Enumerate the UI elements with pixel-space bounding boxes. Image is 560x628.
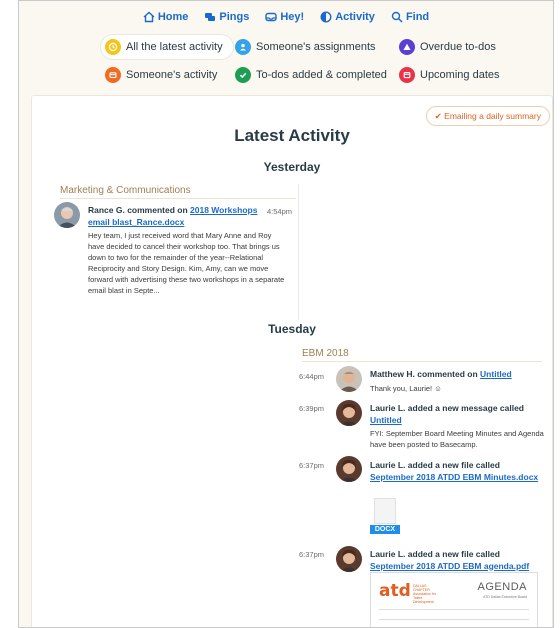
event-actor: Laurie L. added a new message called (370, 403, 525, 413)
event-link[interactable]: September 2018 ATDD EBM agenda.pdf (370, 561, 529, 571)
pings-icon (205, 13, 216, 21)
filter-all-latest-activity[interactable]: All the latest activity (101, 35, 233, 59)
event-actor: Matthew H. commented on (370, 369, 481, 379)
timeline-divider (298, 184, 299, 320)
pdf-heading: AGENDA (477, 581, 527, 593)
filter-label: Upcoming dates (420, 69, 500, 81)
app-frame: Home Pings Hey! Activity Find All the la… (18, 0, 554, 628)
event-link[interactable]: Untitled (370, 415, 402, 425)
card-icon (105, 67, 121, 83)
event-body: FYI: September Board Meeting Minutes and… (370, 429, 544, 449)
nav-pings[interactable]: Pings (204, 11, 249, 23)
person-icon (235, 39, 251, 55)
top-nav: Home Pings Hey! Activity Find (19, 11, 553, 23)
nav-hey[interactable]: Hey! (265, 11, 304, 23)
filter-label: Someone's assignments (256, 41, 376, 53)
day-heading-yesterday: Yesterday (263, 160, 321, 174)
filter-someones-activity[interactable]: Someone's activity (101, 63, 227, 87)
event-title: Matthew H. commented on Untitled (370, 369, 545, 381)
clock-icon (105, 39, 121, 55)
filter-overdue-todos[interactable]: Overdue to-dos (395, 35, 506, 59)
nav-home[interactable]: Home (143, 11, 189, 23)
event-actor: Laurie L. added a new file called (370, 460, 500, 470)
pdf-divider (379, 609, 529, 610)
pdf-divider (379, 619, 529, 620)
nav-pings-label: Pings (219, 11, 250, 23)
event-body: Thank you, Laurie! ☺ (370, 384, 442, 393)
event-actor: Rance G. commented on (88, 205, 191, 215)
project-heading-marketing[interactable]: Marketing & Communications (60, 185, 296, 199)
filter-someones-assignments[interactable]: Someone's assignments (231, 35, 386, 59)
email-summary-label: ✔ Emailing a daily summary (434, 110, 541, 121)
project-heading-ebm[interactable]: EBM 2018 (302, 348, 542, 362)
event-time: 6:37pm (298, 550, 324, 559)
filter-todos-added-completed[interactable]: To-dos added & completed (231, 63, 397, 87)
nav-find-label: Find (405, 11, 430, 23)
file-attachment-docx[interactable]: DOCX (370, 498, 400, 534)
home-icon (143, 11, 155, 23)
nav-hey-label: Hey! (280, 11, 305, 23)
filter-label: All the latest activity (126, 41, 223, 53)
email-summary-button[interactable]: ✔ Emailing a daily summary (425, 106, 550, 126)
event-body: Hey team, I just received word that Mary… (88, 231, 285, 295)
filter-label: Overdue to-dos (420, 41, 496, 53)
latest-activity-card: ✔ Emailing a daily summary Latest Activi… (31, 95, 553, 627)
avatar[interactable] (336, 366, 362, 392)
day-heading-tuesday: Tuesday (268, 322, 316, 336)
filter-label: To-dos added & completed (256, 69, 387, 81)
event-title: Laurie L. added a new file called Septemb… (370, 549, 550, 572)
warning-icon (399, 39, 415, 55)
event-link[interactable]: September 2018 ATDD EBM Minutes.docx (370, 472, 538, 482)
event-title: Rance G. commented on 2018 Workshops ema… (88, 205, 263, 228)
activity-icon (320, 11, 332, 23)
find-icon (391, 11, 403, 23)
calendar-icon (399, 67, 415, 83)
nav-find[interactable]: Find (391, 11, 429, 23)
filter-upcoming-dates[interactable]: Upcoming dates (395, 63, 510, 87)
file-type-badge: DOCX (370, 525, 400, 534)
avatar[interactable] (336, 456, 362, 482)
event-title: Laurie L. added a new file called Septemb… (370, 460, 545, 483)
event-title: Laurie L. added a new message called Unti… (370, 403, 545, 426)
event-actor: Laurie L. added a new file called (370, 549, 500, 559)
event-time: 6:37pm (298, 461, 324, 470)
avatar[interactable] (54, 202, 80, 228)
nav-activity-label: Activity (335, 11, 375, 23)
document-icon (374, 498, 396, 524)
atd-logo: atd (379, 581, 411, 601)
event-link[interactable]: Untitled (480, 369, 512, 379)
avatar[interactable] (336, 400, 362, 426)
nav-activity[interactable]: Activity (320, 11, 375, 23)
event-time: 4:54pm (266, 207, 292, 216)
avatar[interactable] (336, 546, 362, 572)
nav-home-label: Home (157, 11, 189, 23)
hey-icon (265, 12, 278, 22)
pdf-subheading: ATD Dallas Executive Board (483, 595, 527, 599)
pdf-preview[interactable]: atd DALLAS CHAPTER Association for Talen… (370, 572, 538, 627)
check-icon (235, 67, 251, 83)
pdf-org-name: DALLAS CHAPTER Association for Talent De… (413, 584, 436, 604)
event-time: 6:39pm (298, 404, 324, 413)
page-title: Latest Activity (234, 126, 350, 145)
filter-label: Someone's activity (126, 69, 218, 81)
event-time: 6:44pm (298, 372, 324, 381)
